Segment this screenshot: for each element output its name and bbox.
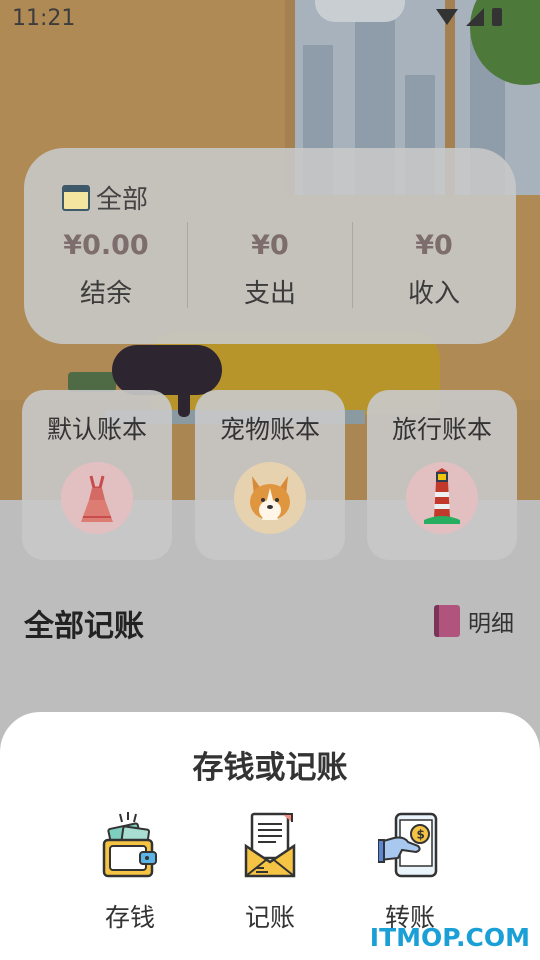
balance-value: ¥0.00 (63, 230, 149, 261)
notebook-icon (434, 605, 460, 637)
status-bar: 11:21 (0, 0, 540, 38)
book-card-pet[interactable]: 宠物账本 (195, 390, 345, 560)
detail-label: 明细 (468, 611, 514, 637)
summary-header[interactable]: 全部 (62, 179, 148, 216)
battery-icon (492, 8, 502, 26)
stat-expense[interactable]: ¥0 支出 (188, 230, 352, 310)
cat-illustration (112, 345, 222, 395)
expense-label: 支出 (243, 279, 296, 309)
balance-label: 结余 (79, 279, 132, 309)
save-money-button[interactable]: 存钱 (70, 810, 190, 934)
detail-link[interactable]: 明细 (434, 604, 514, 638)
book-card-travel[interactable]: 旅行账本 (367, 390, 517, 560)
lighthouse-icon (406, 462, 478, 534)
pot-illustration (68, 372, 116, 392)
calendar-icon (62, 184, 90, 211)
status-icons (436, 8, 502, 26)
wallet-icon (98, 812, 162, 886)
signal-icon (466, 8, 484, 26)
svg-text:$: $ (417, 828, 425, 842)
transfer-button[interactable]: $ 转账 (350, 810, 470, 934)
income-value: ¥0 (415, 230, 453, 261)
book-name: 默认账本 (46, 415, 147, 444)
status-time: 11:21 (12, 6, 76, 31)
sheet-title: 存钱或记账 (192, 750, 348, 786)
save-money-label: 存钱 (104, 903, 155, 932)
dress-icon (61, 462, 133, 534)
dog-icon (234, 462, 306, 534)
record-button[interactable]: 记账 (210, 810, 330, 934)
summary-card[interactable]: 全部 ¥0.00 结余 ¥0 支出 ¥0 收入 (24, 148, 516, 344)
watermark: ITMOP.COM (369, 923, 530, 952)
book-card-default[interactable]: 默认账本 (22, 390, 172, 560)
book-name: 旅行账本 (391, 415, 492, 444)
summary-title: 全部 (96, 185, 149, 215)
cat-leg-illustration (178, 385, 190, 417)
expense-value: ¥0 (251, 230, 289, 261)
records-title: 全部记账 (24, 609, 144, 644)
stat-income[interactable]: ¥0 收入 (352, 230, 516, 310)
record-label: 记账 (244, 903, 295, 932)
bill-icon (238, 812, 302, 886)
transfer-phone-icon: $ (377, 812, 442, 886)
wifi-icon (436, 9, 458, 25)
stat-balance[interactable]: ¥0.00 结余 (24, 230, 188, 310)
income-label: 收入 (407, 279, 460, 309)
book-name: 宠物账本 (219, 415, 320, 444)
